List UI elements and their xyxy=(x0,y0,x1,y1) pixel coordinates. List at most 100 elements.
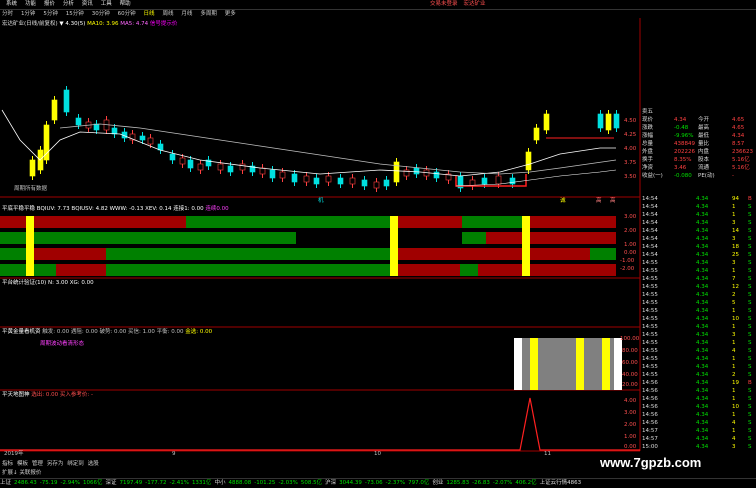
tick-v: 14 xyxy=(732,228,739,234)
quote-value: -0.48 xyxy=(674,125,689,131)
candle-body xyxy=(597,113,604,129)
indicator-segment xyxy=(460,264,478,276)
tick-n: S xyxy=(748,212,752,218)
y-tick: 3.00 xyxy=(624,410,637,416)
tick-t: 14:54 xyxy=(642,244,658,250)
tick-n: S xyxy=(748,428,752,434)
time-label: 10 xyxy=(374,451,381,457)
ma10-line xyxy=(455,169,617,187)
indicator-segment xyxy=(478,248,590,260)
tick-n: S xyxy=(748,444,752,450)
tick-row: 14:54 4.34 1 S xyxy=(640,211,756,219)
tick-v: 1 xyxy=(732,308,736,314)
tick-row: 14:55 4.34 2 S xyxy=(640,291,756,299)
quote-label: 净资 xyxy=(642,165,654,171)
candle-body xyxy=(279,171,286,179)
quote-value: 4.34 xyxy=(732,133,745,139)
quote-label: 涨跌 xyxy=(642,125,654,131)
quote-value: 438849 xyxy=(674,141,695,147)
tick-p: 4.34 xyxy=(696,308,709,314)
indicator-segment xyxy=(590,248,616,260)
panel3-header: 平黄金量看机资 触发: 0.00 遇阻: 0.00 破势: 0.00 买信: 1… xyxy=(2,329,212,336)
tick-n: S xyxy=(748,292,752,298)
tick-t: 14:55 xyxy=(642,348,658,354)
quote-label: PE(动) xyxy=(698,173,715,179)
tick-p: 4.34 xyxy=(696,196,709,202)
tick-v: 10 xyxy=(732,316,739,322)
indicator-segment xyxy=(30,216,186,228)
y-tick: 4.00 xyxy=(624,398,637,404)
tab-indicator[interactable]: 指标 xyxy=(2,460,13,469)
tick-p: 4.34 xyxy=(696,228,709,234)
tick-v: 3 xyxy=(732,220,736,226)
tick-n: S xyxy=(748,324,752,330)
quote-label: 量比 xyxy=(698,141,710,147)
chart-mark: 诚 xyxy=(560,198,566,204)
panel4-header: 平天地图神 选出: 0.00 买入参考价: - xyxy=(2,392,93,399)
tick-p: 4.34 xyxy=(696,372,709,378)
tick-row: 14:55 4.34 1 S xyxy=(640,323,756,331)
volume-bar xyxy=(602,338,610,390)
quote-value: 4.65 xyxy=(732,117,745,123)
tick-t: 14:54 xyxy=(642,196,658,202)
quote-label: 总量 xyxy=(642,141,654,147)
indicator-segment xyxy=(496,232,616,244)
y-tick: 1.00 xyxy=(624,242,637,248)
y-tick: 2.00 xyxy=(624,228,637,234)
tick-t: 14:56 xyxy=(642,396,658,402)
y-tick: 4.50 xyxy=(624,118,637,124)
indicator-segment xyxy=(56,264,106,276)
tick-v: 1 xyxy=(732,396,736,402)
indicator-segment xyxy=(106,264,390,276)
y-tick: 1.00 xyxy=(624,434,637,440)
candle-body xyxy=(495,175,502,185)
quote-value: 5.16亿 xyxy=(732,165,750,171)
tick-row: 14:56 4.34 4 S xyxy=(640,419,756,427)
signal-column xyxy=(522,216,530,276)
tick-t: 14:57 xyxy=(642,428,658,434)
tick-v: 1 xyxy=(732,204,736,210)
tick-n: S xyxy=(748,220,752,226)
quote-value: 236623 xyxy=(732,149,753,155)
quote-row: 涨跌 -0.48 最高 4.65 xyxy=(640,124,756,132)
tick-n: S xyxy=(748,388,752,394)
candle-body xyxy=(433,171,440,179)
tick-v: 2 xyxy=(732,372,736,378)
tick-p: 4.34 xyxy=(696,428,709,434)
tick-p: 4.34 xyxy=(696,300,709,306)
tab-stock-select[interactable]: 选股 xyxy=(88,460,99,469)
candle-body xyxy=(313,177,320,185)
tick-p: 4.34 xyxy=(696,284,709,290)
indicator-segment xyxy=(398,248,478,260)
tick-p: 4.34 xyxy=(696,244,709,250)
candle-body xyxy=(543,113,550,131)
tick-t: 14:55 xyxy=(642,300,658,306)
tab-manage[interactable]: 管理 xyxy=(32,460,43,469)
tab-template[interactable]: 模板 xyxy=(17,460,28,469)
candle-body xyxy=(111,127,118,135)
tick-row: 14:54 4.34 1 S xyxy=(640,203,756,211)
tick-row: 14:55 4.34 10 S xyxy=(640,315,756,323)
candle-body xyxy=(325,175,332,183)
tick-p: 4.34 xyxy=(696,340,709,346)
candle-body xyxy=(613,113,620,129)
ma5-line xyxy=(1,109,616,177)
y-tick: 3.00 xyxy=(624,214,637,220)
indicator-segment xyxy=(478,264,616,276)
tick-n: S xyxy=(748,228,752,234)
tick-t: 14:55 xyxy=(642,372,658,378)
tick-n: S xyxy=(748,236,752,242)
volume-bar xyxy=(614,338,622,390)
tick-row: 14:54 4.34 3 S xyxy=(640,219,756,227)
extend-link[interactable]: 扩展↓ 关联报价 xyxy=(2,469,41,478)
quote-label: 流通 xyxy=(698,165,710,171)
quote-row: 外盘 202226 内盘 236623 xyxy=(640,148,756,156)
tab-bind-to[interactable]: 绑定到 xyxy=(67,460,84,469)
signal-column xyxy=(26,216,34,276)
tick-row: 14:57 4.34 4 S xyxy=(640,435,756,443)
quote-value: 8.57 xyxy=(732,141,745,147)
y-tick: 3.75 xyxy=(624,160,637,166)
tick-p: 4.34 xyxy=(696,236,709,242)
tab-save-as[interactable]: 另存为 xyxy=(47,460,64,469)
panel3-hint: 周期波动看清形态 xyxy=(40,341,85,347)
